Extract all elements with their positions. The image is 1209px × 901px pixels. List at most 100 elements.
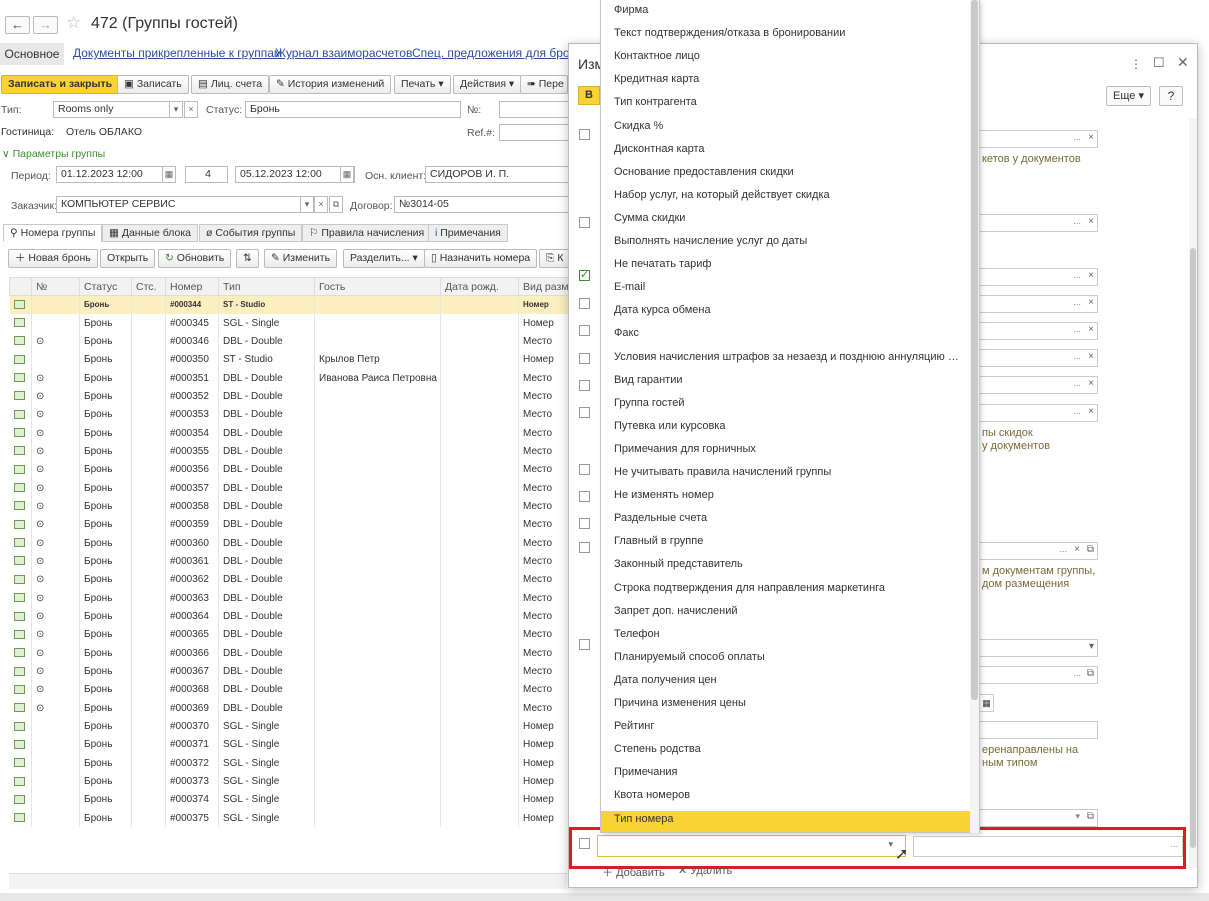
date-to-field[interactable]: 05.12.2023 12:00 (235, 166, 355, 183)
dropdown-option[interactable]: Раздельные счета (614, 512, 959, 524)
col-sts[interactable]: Стс. (131, 277, 166, 296)
value-field[interactable]: ... ⧉ (980, 666, 1098, 684)
table-row[interactable]: ⊙ Бронь #000361 DBL - Double Место (9, 552, 571, 571)
dropdown-option[interactable]: Причина изменения цены (614, 697, 959, 709)
dropdown-option[interactable]: Планируемый способ оплаты (614, 651, 959, 663)
value-field[interactable]: ... × (980, 214, 1098, 232)
table-row[interactable]: Бронь #000344 ST - Studio Номер (9, 295, 571, 314)
split-button[interactable]: Разделить... ▾ (343, 249, 425, 268)
row-checkbox[interactable] (579, 639, 590, 650)
row-checkbox-checked[interactable]: ✓ (579, 270, 590, 281)
table-row[interactable]: Бронь #000370 SGL - Single Номер (9, 717, 571, 736)
ref-field[interactable] (499, 124, 569, 141)
forward-button[interactable]: → (33, 16, 58, 34)
actions-button[interactable]: Действия ▾ (453, 75, 522, 94)
value-field[interactable]: ... × (980, 295, 1098, 313)
value-field[interactable]: ... × (980, 322, 1098, 340)
dropdown-option[interactable]: Фирма (614, 4, 959, 16)
dropdown-option[interactable]: Сумма скидки (614, 212, 959, 224)
dropdown-option[interactable]: E-mail (614, 281, 959, 293)
dropdown-option[interactable]: Запрет доп. начислений (614, 605, 959, 617)
dialog-close-icon[interactable]: ✕ (1177, 54, 1189, 71)
dropdown-option[interactable]: Факс (614, 327, 959, 339)
table-row[interactable]: ⊙ Бронь #000359 DBL - Double Место (9, 515, 571, 534)
attribute-dropdown-list[interactable]: Фирма Текст подтверждения/отказа в бронир… (600, 0, 980, 833)
col-booking-number[interactable]: Номер (165, 277, 219, 296)
favorite-star-icon[interactable]: ☆ (66, 13, 81, 33)
table-row[interactable]: ⊙ Бронь #000352 DBL - Double Место (9, 387, 571, 406)
value-field[interactable]: ... × ⧉ (980, 542, 1098, 560)
save-close-button[interactable]: Записать и закрыть (1, 75, 120, 94)
dialog-maximize-icon[interactable]: ☐ (1153, 55, 1165, 71)
col-accommodation-kind[interactable]: Вид разм (518, 277, 571, 296)
table-row[interactable]: Бронь #000371 SGL - Single Номер (9, 735, 571, 755)
type-dropdown-icon[interactable]: ▾ (169, 101, 183, 118)
dropdown-option[interactable]: Не печатать тариф (614, 258, 959, 270)
move-button[interactable]: ➠ Пере (520, 75, 568, 94)
value-field[interactable]: ▾ ⧉ (980, 809, 1098, 827)
add-row-button[interactable]: ＋ Добавить (602, 864, 665, 880)
table-row[interactable]: ⊙ Бронь #000357 DBL - Double Место (9, 478, 571, 498)
dropdown-option[interactable]: Телефон (614, 628, 959, 640)
customer-field[interactable]: КОМПЬЮТЕР СЕРВИС (56, 196, 314, 213)
dropdown-option[interactable]: Контактное лицо (614, 50, 959, 62)
col-status[interactable]: Статус (79, 277, 132, 296)
table-row[interactable]: ⊙ Бронь #000353 DBL - Double Место (9, 405, 571, 424)
value-field[interactable]: ... × (980, 349, 1098, 367)
col-number[interactable]: № (31, 277, 80, 296)
back-button[interactable]: ← (5, 16, 30, 34)
value-field[interactable]: ... × (980, 130, 1098, 148)
dialog-more-button[interactable]: Еще ▾ (1106, 86, 1151, 106)
table-row[interactable]: ⊙ Бронь #000362 DBL - Double Место (9, 570, 571, 589)
row-checkbox[interactable] (579, 518, 590, 529)
dropdown-option[interactable]: Примечания для горничных (614, 443, 959, 455)
dialog-menu-icon[interactable]: ⋮ (1130, 57, 1142, 71)
table-row[interactable]: Бронь #000375 SGL - Single Номер (9, 809, 571, 828)
tab-charge-rules[interactable]: ⚐ Правила начисления (302, 224, 432, 242)
value-field[interactable]: ▾ (980, 639, 1098, 657)
row-checkbox[interactable] (579, 407, 590, 418)
col-type[interactable]: Тип (218, 277, 315, 296)
dropdown-option[interactable]: Путевка или курсовка (614, 420, 959, 432)
k-button[interactable]: ⎘ К (539, 249, 569, 268)
table-row[interactable]: ⊙ Бронь #000363 DBL - Double Место (9, 589, 571, 608)
num-field[interactable] (499, 101, 569, 118)
dropdown-option[interactable]: Тип контрагента (614, 96, 959, 108)
type-field[interactable]: Rooms only (53, 101, 183, 118)
horizontal-scrollbar[interactable] (0, 893, 1209, 901)
customer-dropdown-icon[interactable]: ▾ (300, 196, 314, 213)
new-booking-button[interactable]: ＋ Новая бронь (8, 249, 98, 268)
table-row[interactable]: ⊙ Бронь #000355 DBL - Double Место (9, 442, 571, 461)
dialog-help-button[interactable]: ? (1159, 86, 1183, 106)
dialog-primary-button[interactable]: В (578, 86, 600, 105)
tab-link-attached-docs[interactable]: Документы прикрепленные к группам (73, 46, 282, 60)
open-button[interactable]: Открыть (100, 249, 156, 268)
row-checkbox[interactable] (579, 353, 590, 364)
dropdown-option[interactable]: Не изменять номер (614, 489, 959, 501)
dropdown-option[interactable]: Квота номеров (614, 789, 959, 801)
value-field[interactable]: ... × (980, 268, 1098, 286)
date-from-field[interactable]: 01.12.2023 12:00 (56, 166, 176, 183)
dropdown-option[interactable]: Тип номера (614, 813, 959, 825)
value-field[interactable]: ... × (980, 404, 1098, 422)
table-row[interactable]: Бронь #000373 SGL - Single Номер (9, 772, 571, 791)
dropdown-option[interactable]: Рейтинг (614, 720, 959, 732)
sort-button[interactable]: ⇅ (236, 249, 259, 268)
dropdown-option[interactable]: Выполнять начисление услуг до даты (614, 235, 959, 247)
contract-field[interactable]: №3014-05 (394, 196, 569, 213)
table-row[interactable]: Бронь #000345 SGL - Single Номер (9, 313, 571, 333)
dropdown-option[interactable]: Набор услуг, на который действует скидка (614, 189, 959, 201)
refresh-button[interactable]: ↻ Обновить (158, 249, 232, 268)
dropdown-option[interactable]: Дата получения цен (614, 674, 959, 686)
customer-open-icon[interactable]: ⧉ (329, 196, 343, 213)
dropdown-scrollbar[interactable] (970, 0, 979, 833)
table-row[interactable]: ⊙ Бронь #000365 DBL - Double Место (9, 625, 571, 645)
dropdown-option[interactable]: Не учитывать правила начислений группы (614, 466, 959, 478)
col-guest[interactable]: Гость (314, 277, 441, 296)
dialog-scrollbar[interactable] (1189, 118, 1197, 868)
assign-room-button[interactable]: ▯ Назначить номера (424, 249, 538, 268)
tab-group-events[interactable]: ø События группы (199, 224, 303, 242)
dropdown-option[interactable]: Степень родства (614, 743, 959, 755)
tab-link-special-offers[interactable]: Спец. предложения для брони (412, 46, 583, 60)
customer-clear-icon[interactable]: × (314, 196, 328, 213)
